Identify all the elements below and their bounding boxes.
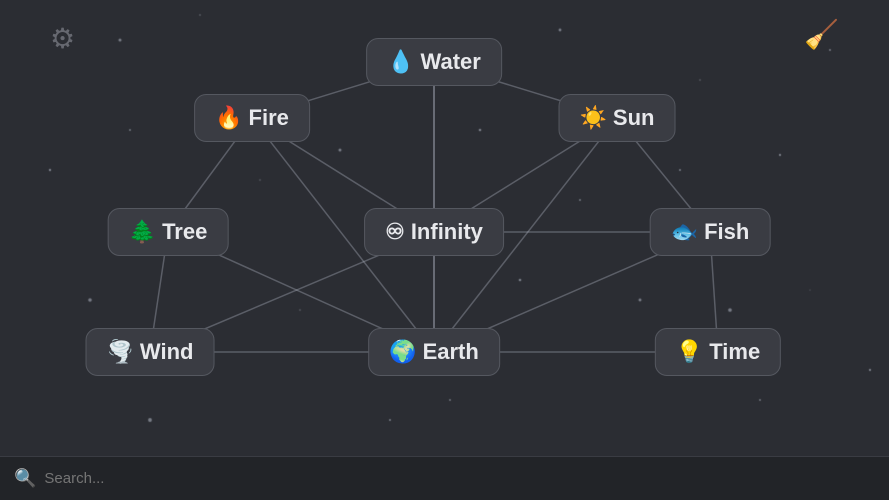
- node-fire[interactable]: 🔥 Fire: [194, 94, 310, 142]
- search-icon: 🔍: [14, 468, 36, 489]
- infinity-emoji: ♾: [385, 219, 405, 245]
- fire-emoji: 🔥: [215, 105, 242, 131]
- tree-label: Tree: [162, 219, 207, 245]
- search-input[interactable]: [44, 470, 875, 487]
- water-label: Water: [421, 49, 481, 75]
- node-tree[interactable]: 🌲Tree: [108, 208, 229, 256]
- fire-label: Fire: [249, 105, 289, 131]
- fish-emoji: 🐟: [671, 219, 698, 245]
- search-bar: 🔍: [0, 456, 889, 500]
- node-earth[interactable]: 🌍 Earth: [368, 328, 500, 376]
- node-fish[interactable]: 🐟Fish: [650, 208, 771, 256]
- fish-label: Fish: [704, 219, 749, 245]
- node-wind[interactable]: 🌪️Wind: [86, 328, 215, 376]
- sun-emoji: ☀️: [580, 105, 607, 131]
- node-sun[interactable]: ☀️Sun: [559, 94, 676, 142]
- tree-emoji: 🌲: [129, 219, 156, 245]
- time-label: Time: [709, 339, 760, 365]
- time-emoji: 💡: [676, 339, 703, 365]
- wind-emoji: 🌪️: [107, 339, 134, 365]
- gear-icon[interactable]: ⚙: [50, 22, 75, 55]
- node-time[interactable]: 💡Time: [655, 328, 781, 376]
- node-infinity[interactable]: ♾Infinity: [364, 208, 504, 256]
- wind-label: Wind: [140, 339, 194, 365]
- water-emoji: 💧: [387, 49, 414, 75]
- sun-label: Sun: [613, 105, 655, 131]
- node-water[interactable]: 💧 Water: [366, 38, 502, 86]
- earth-emoji: 🌍: [389, 339, 416, 365]
- earth-label: Earth: [423, 339, 479, 365]
- infinity-label: Infinity: [411, 219, 483, 245]
- broom-icon[interactable]: 🧹: [804, 18, 839, 51]
